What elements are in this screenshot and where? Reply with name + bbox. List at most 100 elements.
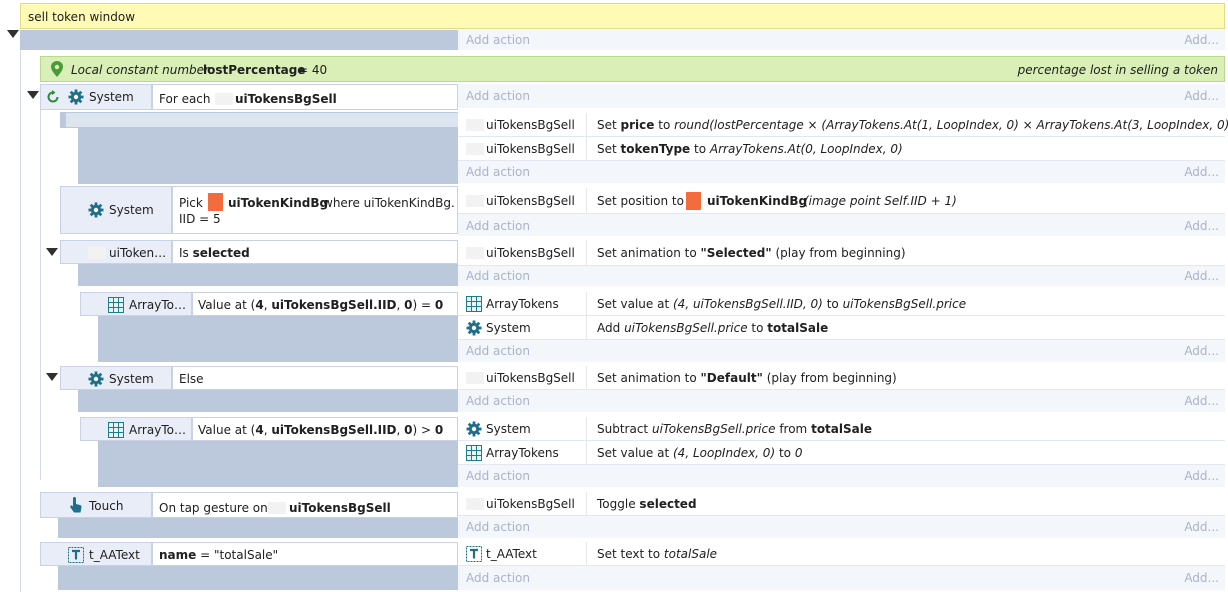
add-action-row[interactable]: Add action Add... [458,566,1225,590]
else-condition[interactable]: Else [172,366,458,390]
condition-object-cell[interactable]: t_AAText [40,542,152,566]
touch-hand-icon [70,497,82,513]
action-row[interactable]: uiTokensBgSell Set animation to "Default… [458,366,1225,390]
action-row[interactable]: System Add uiTokensBgSell.price to total… [458,316,1225,340]
group-collapse-toggle[interactable] [7,30,19,38]
action-object: t_AAText [486,547,537,561]
action-row[interactable]: uiTokensBgSell Set tokenType to ArrayTok… [458,137,1225,161]
add-link[interactable]: Add... [1184,88,1219,104]
is-selected-condition[interactable]: Is selected [172,240,458,264]
add-action-row[interactable]: Add action Add... [458,516,1225,538]
action-divider [586,113,587,161]
condition-object-cell[interactable]: ArrayTo… [80,417,192,441]
action-object: uiTokensBgSell [486,497,575,511]
action-divider [586,188,587,214]
local-variable-row[interactable]: Local constant number lostPercentage = 4… [40,56,1225,82]
add-action-link[interactable]: Add action [466,343,530,359]
variable-value: = 40 [298,63,328,77]
add-link[interactable]: Add... [1184,393,1219,409]
action-row[interactable]: System Subtract uiTokensBgSell.price fro… [458,417,1225,441]
add-link[interactable]: Add... [1184,343,1219,359]
condition-object-ref: uiTokenKindBg [228,196,329,210]
add-link[interactable]: Add... [1184,268,1219,284]
add-link[interactable]: Add... [1184,519,1219,535]
system-gear-icon [88,202,104,218]
event-collapse-toggle[interactable] [46,373,58,381]
name-condition[interactable]: name = "totalSale" [152,542,458,566]
add-action-row[interactable]: Add action Add... [458,214,1225,236]
action-text: Set tokenType to ArrayTokens.At(0, LoopI… [597,142,903,156]
event-body-bar [58,566,458,590]
add-link[interactable]: Add... [1184,468,1219,484]
add-action-row[interactable]: Add action Add... [458,161,1225,183]
add-action-row[interactable]: Add action Add... [458,84,1225,108]
action-text: Set text to totalSale [597,547,718,561]
add-action-link[interactable]: Add action [466,88,530,104]
object-sprite-icon [466,372,484,384]
condition-text: name = "totalSale" [159,548,279,562]
add-link[interactable]: Add... [1184,164,1219,180]
action-text: Set value at (4, LoopIndex, 0) to 0 [597,446,803,460]
add-action-link[interactable]: Add action [466,32,530,48]
action-row[interactable]: t_AAText Set text to totalSale [458,542,1225,566]
array-grid-icon [108,422,124,438]
add-action-link[interactable]: Add action [466,393,530,409]
value-at-condition[interactable]: Value at (4, uiTokensBgSell.IID, 0) = 0 [192,292,458,316]
object-sprite-icon [268,502,286,514]
action-divider [586,292,587,340]
object-sprite-icon [466,247,484,259]
group-header[interactable]: sell token window [20,3,1225,29]
add-action-row[interactable]: Add action Add... [458,390,1225,412]
object-sprite-icon [466,119,484,131]
condition-object-cell[interactable]: uiToken… [60,240,172,264]
condition-object-ref: uiTokensBgSell [235,92,337,106]
variable-comment: percentage lost in selling a token [1017,63,1218,77]
condition-object-cell[interactable]: System [60,366,172,390]
condition-object-name: System [109,372,154,386]
action-object: uiTokensBgSell [486,246,575,260]
event-body-bar [78,128,458,184]
action-row[interactable]: uiTokensBgSell Set price to round(lostPe… [458,113,1228,137]
event-collapse-toggle[interactable] [27,91,39,99]
system-gear-icon [466,320,482,336]
object-sprite-icon [88,247,106,259]
value-at-condition[interactable]: Value at (4, uiTokensBgSell.IID, 0) > 0 [192,417,458,441]
action-row[interactable]: uiTokensBgSell Set position to uiTokenKi… [458,188,1225,214]
add-link[interactable]: Add... [1184,570,1219,586]
system-gear-icon [466,421,482,437]
condition-object-cell[interactable]: ArrayTo… [80,292,192,316]
add-link[interactable]: Add... [1184,32,1219,48]
add-action-link[interactable]: Add action [466,218,530,234]
add-action-row[interactable]: Add action Add... [458,266,1225,286]
condition-object-name: ArrayTo… [129,298,186,312]
pick-condition[interactable]: Pick uiTokenKindBg where uiTokenKindBg. … [172,186,458,234]
system-gear-icon [68,89,84,105]
condition-object-cell[interactable]: System [40,84,152,110]
add-action-link[interactable]: Add action [466,468,530,484]
add-action-row[interactable]: Add action Add... [458,465,1225,487]
event-collapse-toggle[interactable] [46,248,58,256]
condition-object-name: uiToken… [109,246,167,260]
action-divider [586,542,587,566]
add-action-row[interactable]: Add action Add... [458,30,1225,50]
action-row[interactable]: uiTokensBgSell Set animation to "Selecte… [458,240,1225,266]
condition-text: On tap gesture on [159,501,268,515]
action-row[interactable]: ArrayTokens Set value at (4, LoopIndex, … [458,441,1225,465]
add-link[interactable]: Add... [1184,218,1219,234]
add-action-link[interactable]: Add action [466,268,530,284]
for-each-condition[interactable]: For each uiTokensBgSell [152,84,458,110]
condition-object-cell[interactable]: System [60,186,172,234]
add-action-row[interactable]: Add action Add... [458,340,1225,362]
action-row[interactable]: ArrayTokens Set value at (4, uiTokensBgS… [458,292,1225,316]
add-action-link[interactable]: Add action [466,164,530,180]
action-object: uiTokensBgSell [486,118,575,132]
add-action-link[interactable]: Add action [466,570,530,586]
event-body-bar [98,316,458,362]
add-action-link[interactable]: Add action [466,519,530,535]
condition-object-cell[interactable]: Touch [40,492,152,518]
empty-condition-cell[interactable] [66,113,458,127]
tap-gesture-condition[interactable]: On tap gesture on uiTokensBgSell [152,492,458,518]
condition-text: Pick [179,196,203,210]
action-row[interactable]: uiTokensBgSell Toggle selected [458,492,1225,516]
action-divider [586,417,587,465]
